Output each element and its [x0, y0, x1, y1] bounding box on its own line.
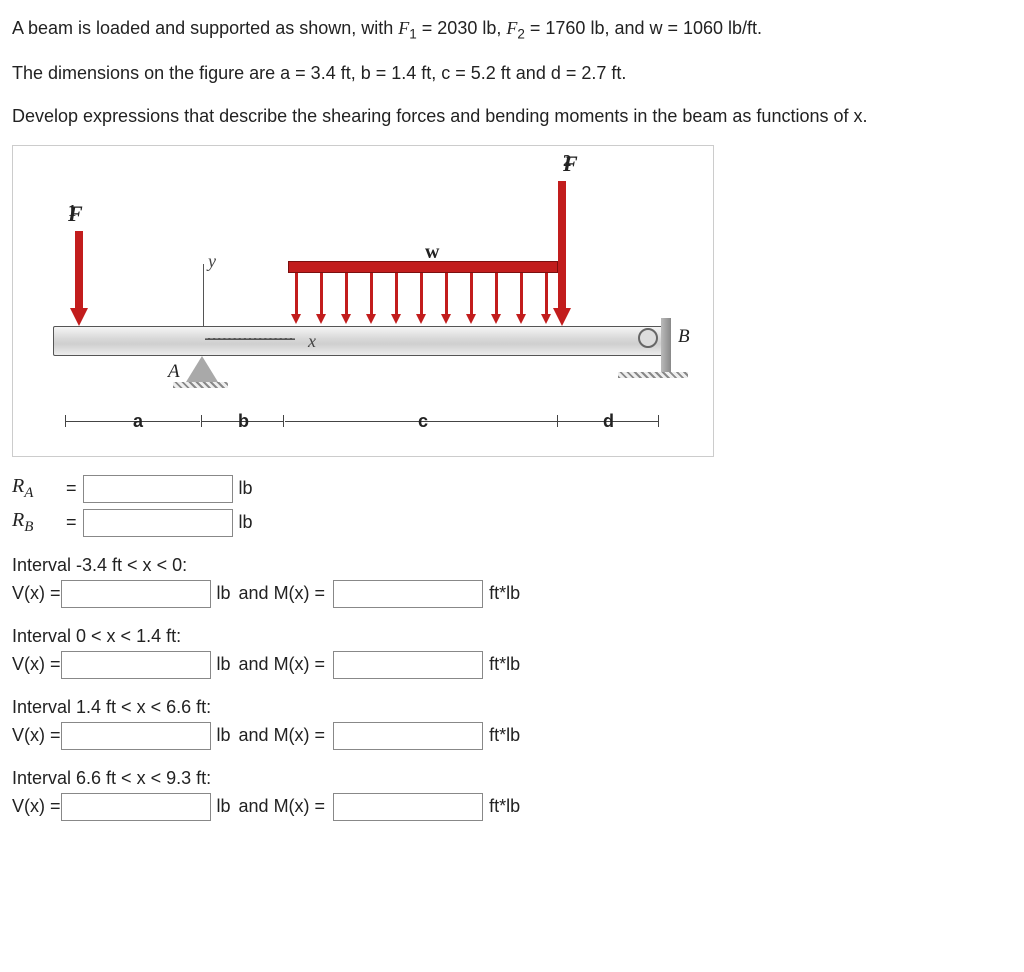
reactions-block: RA = lb RB = lb	[12, 475, 1012, 537]
interval-2-title: Interval 0 < x < 1.4 ft:	[12, 626, 1012, 647]
v-label: V(x) =	[12, 796, 61, 817]
f1-arrow-icon	[75, 231, 83, 309]
v4-input[interactable]	[61, 793, 211, 821]
m2-unit: ft*lb	[489, 654, 520, 675]
v-label: V(x) =	[12, 654, 61, 675]
f1-value: = 2030 lb,	[422, 18, 507, 38]
axis-y-icon	[203, 264, 204, 326]
v1-unit: lb	[217, 583, 231, 604]
interval-3: Interval 1.4 ft < x < 6.6 ft: V(x) = lb …	[12, 697, 1012, 750]
rb-input[interactable]	[83, 509, 233, 537]
and-m-label: and M(x) =	[239, 583, 326, 604]
interval-4: Interval 6.6 ft < x < 9.3 ft: V(x) = lb …	[12, 768, 1012, 821]
f1-arrowhead-icon	[70, 308, 88, 326]
f2-symbol: F	[506, 18, 517, 38]
ground-a-icon	[173, 382, 228, 388]
beam-figure: F2 F1 w y x A B a b	[12, 145, 714, 457]
support-a-label: A	[168, 361, 180, 383]
support-b-label: B	[678, 326, 690, 348]
axis-y-label: y	[208, 251, 216, 272]
interval-2: Interval 0 < x < 1.4 ft: V(x) = lb and M…	[12, 626, 1012, 679]
v2-input[interactable]	[61, 651, 211, 679]
dim-b-label: b	[238, 411, 249, 432]
axis-x-icon	[205, 338, 295, 340]
dim-c-label: c	[418, 411, 428, 432]
v1-input[interactable]	[61, 580, 211, 608]
pin-support-icon	[186, 356, 218, 382]
beam-icon	[53, 326, 665, 356]
eq-sign: =	[66, 512, 77, 533]
f2-sub: 2	[517, 27, 525, 42]
ra-label: RA	[12, 475, 64, 502]
eq-sign: =	[66, 478, 77, 499]
problem-line-3: Develop expressions that describe the sh…	[12, 102, 1012, 131]
interval-1-title: Interval -3.4 ft < x < 0:	[12, 555, 1012, 576]
f1-symbol: F	[398, 18, 409, 38]
problem-line-1: A beam is loaded and supported as shown,…	[12, 14, 1012, 45]
v2-unit: lb	[217, 654, 231, 675]
text: A beam is loaded and supported as shown,…	[12, 18, 398, 38]
m4-unit: ft*lb	[489, 796, 520, 817]
f1-sub: 1	[409, 27, 417, 42]
roller-icon	[638, 328, 658, 348]
m4-input[interactable]	[333, 793, 483, 821]
rb-unit: lb	[239, 512, 253, 533]
and-m-label: and M(x) =	[239, 654, 326, 675]
v-label: V(x) =	[12, 583, 61, 604]
interval-4-title: Interval 6.6 ft < x < 9.3 ft:	[12, 768, 1012, 789]
rb-row: RB = lb	[12, 509, 1012, 537]
m1-unit: ft*lb	[489, 583, 520, 604]
v3-input[interactable]	[61, 722, 211, 750]
wall-b-icon	[661, 318, 671, 372]
ra-input[interactable]	[83, 475, 233, 503]
v3-unit: lb	[217, 725, 231, 746]
rb-label: RB	[12, 509, 64, 536]
m3-unit: ft*lb	[489, 725, 520, 746]
dist-bar-icon	[288, 261, 558, 273]
ra-row: RA = lb	[12, 475, 1012, 503]
and-m-label: and M(x) =	[239, 725, 326, 746]
m2-input[interactable]	[333, 651, 483, 679]
v4-unit: lb	[217, 796, 231, 817]
v-label: V(x) =	[12, 725, 61, 746]
axis-x-label: x	[308, 331, 316, 352]
f2-arrow-icon	[558, 181, 566, 309]
ra-unit: lb	[239, 478, 253, 499]
problem-line-2: The dimensions on the figure are a = 3.4…	[12, 59, 1012, 88]
ground-b-icon	[618, 372, 688, 378]
interval-1: Interval -3.4 ft < x < 0: V(x) = lb and …	[12, 555, 1012, 608]
interval-3-title: Interval 1.4 ft < x < 6.6 ft:	[12, 697, 1012, 718]
dim-a-label: a	[133, 411, 143, 432]
dim-d-label: d	[603, 411, 614, 432]
and-m-label: and M(x) =	[239, 796, 326, 817]
m3-input[interactable]	[333, 722, 483, 750]
f2-value: = 1760 lb, and w = 1060 lb/ft.	[530, 18, 762, 38]
m1-input[interactable]	[333, 580, 483, 608]
